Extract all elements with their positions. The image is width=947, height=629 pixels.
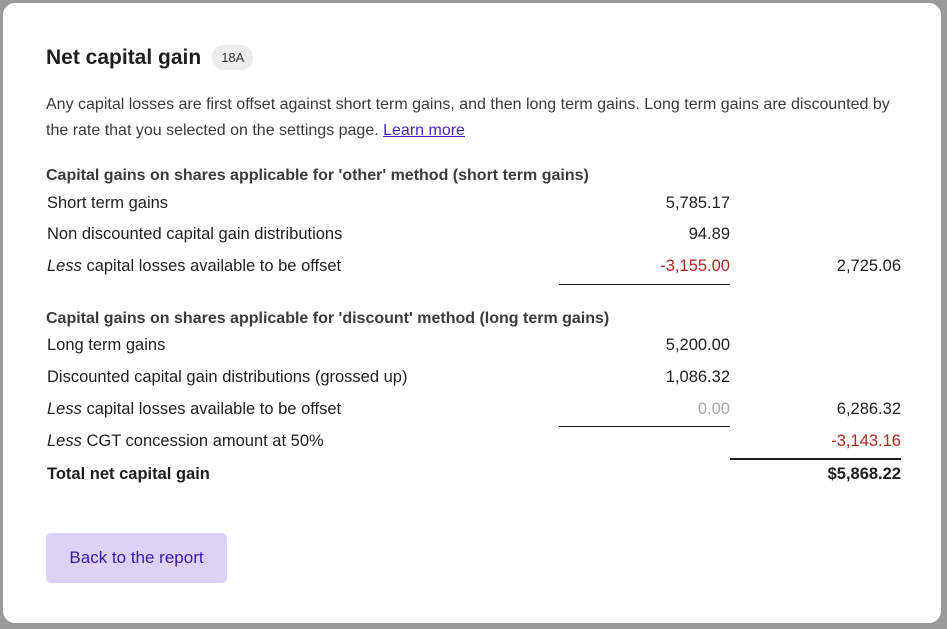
total-row: Total net capital gain $5,868.22 xyxy=(47,465,901,489)
row-label: Less capital losses available to be offs… xyxy=(47,257,341,276)
row-amount: 94.89 xyxy=(688,225,730,243)
cgt-concession-amount: -3,143.16 xyxy=(831,432,901,450)
discounted-distributions-row: Discounted capital gain distributions (g… xyxy=(47,368,901,392)
dialog-title: Net capital gain xyxy=(46,45,202,69)
long-term-divider xyxy=(559,426,730,427)
description-text: Any capital losses are first offset agai… xyxy=(46,96,890,139)
section-badge: 18A xyxy=(212,45,254,70)
less-prefix: Less xyxy=(47,257,82,275)
row-label: Discounted capital gain distributions (g… xyxy=(47,368,408,386)
net-capital-gain-dialog: Net capital gain 18A Any capital losses … xyxy=(3,3,941,623)
short-term-subtotal: 2,725.06 xyxy=(836,257,901,275)
long-term-losses-row: Less capital losses available to be offs… xyxy=(47,400,901,424)
description: Any capital losses are first offset agai… xyxy=(46,92,896,144)
row-label-rest: capital losses available to be offset xyxy=(81,400,342,418)
short-term-divider xyxy=(559,284,730,285)
row-amount: 1,086.32 xyxy=(665,368,730,386)
row-label: Short term gains xyxy=(47,194,169,212)
row-amount: -3,155.00 xyxy=(660,257,730,275)
long-term-heading: Capital gains on shares applicable for '… xyxy=(46,310,610,327)
short-term-heading: Capital gains on shares applicable for '… xyxy=(46,167,589,184)
long-term-subtotal: 6,286.32 xyxy=(836,400,901,418)
row-amount: 5,200.00 xyxy=(665,336,730,354)
short-term-losses-row: Less capital losses available to be offs… xyxy=(47,257,901,281)
total-label: Total net capital gain xyxy=(47,465,210,483)
row-label: Non discounted capital gain distribution… xyxy=(47,225,343,243)
non-discounted-distributions-row: Non discounted capital gain distribution… xyxy=(47,225,901,249)
total-value: $5,868.22 xyxy=(827,465,901,483)
title-row: Net capital gain 18A xyxy=(46,45,254,70)
total-divider xyxy=(730,458,901,460)
row-label: Less CGT concession amount at 50% xyxy=(47,432,324,451)
row-label: Less capital losses available to be offs… xyxy=(47,400,341,419)
short-term-gains-row: Short term gains 5,785.17 xyxy=(47,194,901,218)
row-amount: 0.00 xyxy=(697,400,730,418)
less-prefix: Less xyxy=(47,432,82,450)
less-prefix: Less xyxy=(47,400,82,418)
cgt-concession-row: Less CGT concession amount at 50% -3,143… xyxy=(47,432,901,456)
row-label-rest: CGT concession amount at 50% xyxy=(81,432,324,450)
long-term-gains-row: Long term gains 5,200.00 xyxy=(47,336,901,360)
row-amount: 5,785.17 xyxy=(665,194,730,212)
learn-more-link[interactable]: Learn more xyxy=(383,122,465,139)
back-to-report-button[interactable]: Back to the report xyxy=(46,533,227,583)
row-label-rest: capital losses available to be offset xyxy=(81,257,342,275)
row-label: Long term gains xyxy=(47,336,166,354)
